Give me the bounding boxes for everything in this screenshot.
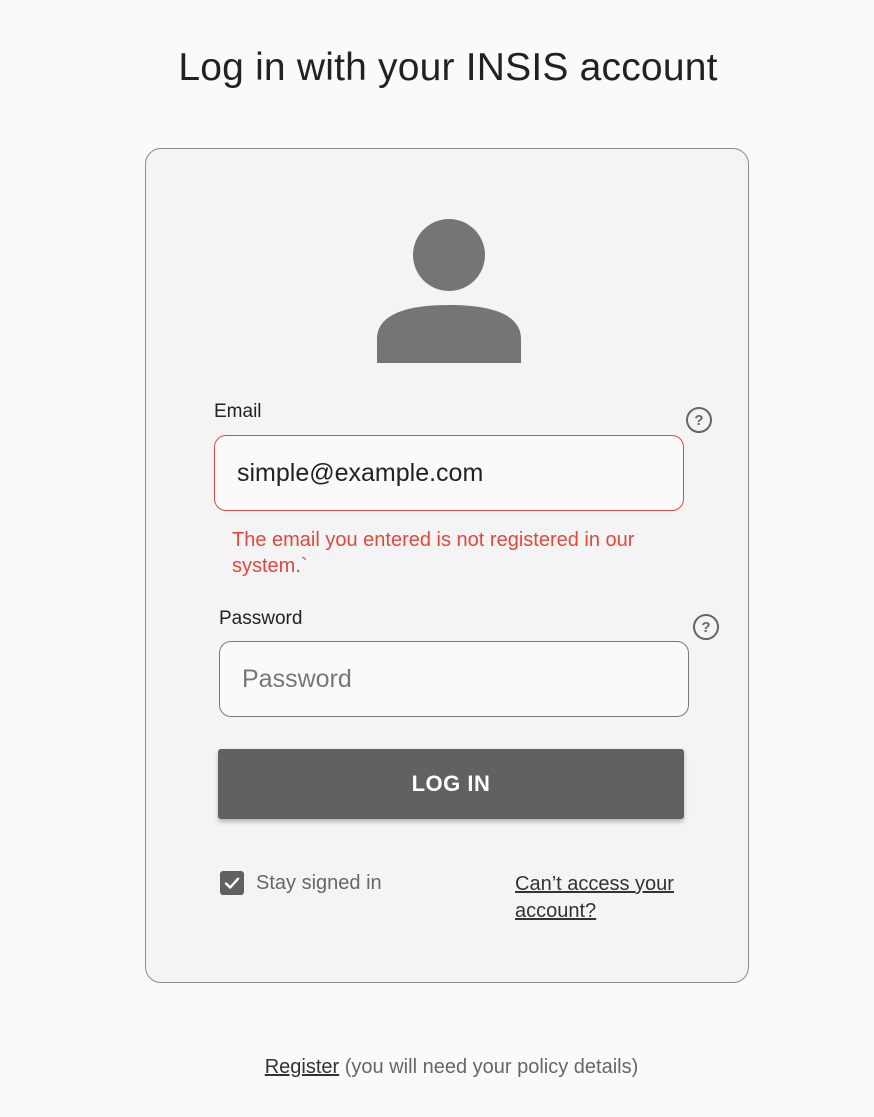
register-link[interactable]: Register	[265, 1056, 339, 1078]
page-title: Log in with your INSIS account	[178, 46, 718, 89]
email-help-icon[interactable]: ?	[686, 407, 712, 433]
stay-signed-in-label: Stay signed in	[256, 871, 382, 894]
checkbox-checked[interactable]	[220, 871, 244, 895]
email-input[interactable]	[214, 435, 684, 511]
email-error-message: The email you entered is not registered …	[232, 529, 635, 577]
login-page: Log in with your INSIS account Email ? T…	[0, 0, 874, 1117]
login-button[interactable]: LOG IN	[218, 749, 684, 819]
password-input[interactable]	[219, 641, 689, 717]
register-note: (you will need your policy details)	[339, 1056, 639, 1078]
email-label: Email	[214, 401, 262, 422]
stay-signed-in-checkbox[interactable]: Stay signed in	[220, 871, 382, 895]
cant-access-account-link[interactable]: Can’t access your account?	[515, 871, 715, 925]
checkmark-icon	[224, 877, 240, 889]
password-label: Password	[219, 608, 303, 629]
user-avatar-icon	[377, 219, 521, 363]
password-help-icon[interactable]: ?	[693, 614, 719, 640]
footer: Register (you will need your policy deta…	[0, 1056, 874, 1079]
login-card: Email ? The email you entered is not reg…	[145, 148, 749, 983]
